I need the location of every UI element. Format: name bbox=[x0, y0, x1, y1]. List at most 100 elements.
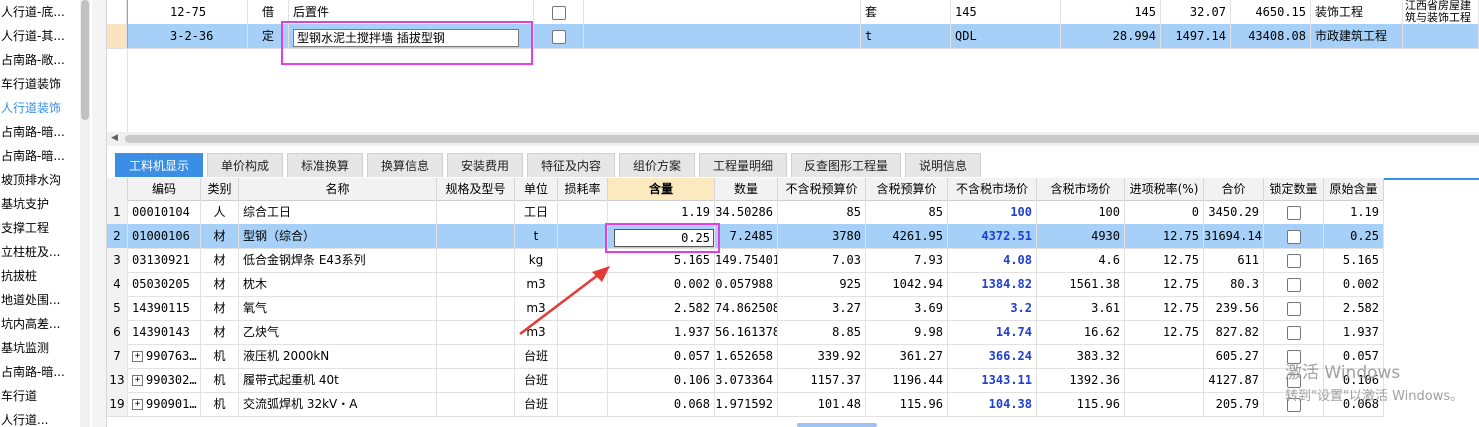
tax-rate[interactable] bbox=[1125, 344, 1204, 368]
tax-rate[interactable]: 12.75 bbox=[1125, 224, 1204, 248]
material-name[interactable]: 综合工日 bbox=[239, 200, 437, 224]
item-qty[interactable]: 145 bbox=[1061, 0, 1161, 24]
lock-quantity[interactable] bbox=[1264, 248, 1324, 272]
tab-conversion-info[interactable]: 换算信息 bbox=[367, 153, 443, 177]
tree-item[interactable]: 车行道装饰 bbox=[0, 72, 78, 96]
market-price-ex-tax[interactable]: 4372.51 bbox=[948, 224, 1037, 248]
header-orig-content[interactable]: 原始含量 bbox=[1324, 178, 1384, 200]
material-content[interactable]: 0.068 bbox=[608, 392, 715, 416]
expand-icon[interactable]: + bbox=[132, 399, 143, 410]
tree-item[interactable]: 支撑工程 bbox=[0, 216, 78, 240]
material-spec[interactable] bbox=[437, 368, 515, 392]
tree-item[interactable]: 人行道-其... bbox=[0, 24, 78, 48]
scroll-left-icon[interactable]: ◀ bbox=[111, 133, 118, 143]
material-spec[interactable] bbox=[437, 200, 515, 224]
market-price-in-tax[interactable]: 16.62 bbox=[1037, 320, 1125, 344]
header-budget-ex-tax[interactable]: 不含税预算价 bbox=[778, 178, 866, 200]
expand-icon[interactable]: + bbox=[132, 351, 143, 362]
tree-item[interactable]: 坑内高差... bbox=[0, 312, 78, 336]
market-price-ex-tax[interactable]: 1384.82 bbox=[948, 272, 1037, 296]
tree-item[interactable]: 地道处围... bbox=[0, 288, 78, 312]
lock-quantity[interactable] bbox=[1264, 200, 1324, 224]
tree-item[interactable]: 坡顶排水沟 bbox=[0, 168, 78, 192]
left-scrollbar[interactable] bbox=[80, 0, 90, 427]
tree-item[interactable]: 占南路-暗... bbox=[0, 120, 78, 144]
tab-description[interactable]: 说明信息 bbox=[905, 153, 981, 177]
tree-item[interactable]: 占南路-暗... bbox=[0, 360, 78, 384]
tree-item[interactable]: 抗拔桩 bbox=[0, 264, 78, 288]
table-row[interactable]: 6 14390143 材乙炔气 m3 1.937 56.161378 8.85 9.98 14.… bbox=[107, 320, 1384, 345]
item-expr[interactable]: QDL bbox=[951, 24, 1061, 48]
lock-quantity[interactable] bbox=[1264, 344, 1324, 368]
tax-rate[interactable]: 0 bbox=[1125, 200, 1204, 224]
lock-quantity[interactable] bbox=[1264, 320, 1324, 344]
market-price-in-tax[interactable]: 115.96 bbox=[1037, 392, 1125, 416]
horizontal-scrollbar[interactable]: ◀ bbox=[107, 132, 1479, 146]
tree-item[interactable]: 立柱桩及... bbox=[0, 240, 78, 264]
material-spec[interactable] bbox=[437, 296, 515, 320]
market-price-ex-tax[interactable]: 366.24 bbox=[948, 344, 1037, 368]
material-name[interactable]: 氧气 bbox=[239, 296, 437, 320]
h-scroll-thumb[interactable] bbox=[125, 135, 1479, 143]
market-price-ex-tax[interactable]: 100 bbox=[948, 200, 1037, 224]
lock-checkbox-cell[interactable] bbox=[534, 24, 584, 48]
tree-item[interactable]: 基坑监测 bbox=[0, 336, 78, 360]
left-scroll-thumb[interactable] bbox=[81, 0, 89, 120]
lock-quantity-checkbox[interactable] bbox=[1286, 397, 1301, 412]
material-spec[interactable] bbox=[437, 248, 515, 272]
lock-quantity-checkbox[interactable] bbox=[1286, 253, 1301, 268]
lock-quantity-checkbox[interactable] bbox=[1286, 373, 1301, 388]
tree-item[interactable]: 基坑支护 bbox=[0, 192, 78, 216]
header-quantity[interactable]: 数量 bbox=[715, 178, 778, 200]
header-total[interactable]: 合价 bbox=[1204, 178, 1264, 200]
material-content[interactable]: 0.057 bbox=[608, 344, 715, 368]
material-name[interactable]: 履带式起重机 40t bbox=[239, 368, 437, 392]
lock-quantity-checkbox[interactable] bbox=[1286, 277, 1301, 292]
market-price-in-tax[interactable]: 4.6 bbox=[1037, 248, 1125, 272]
material-loss[interactable] bbox=[558, 392, 608, 416]
material-name[interactable]: 型钢（综合） bbox=[239, 224, 437, 248]
tax-rate[interactable]: 12.75 bbox=[1125, 248, 1204, 272]
market-price-ex-tax[interactable]: 4.08 bbox=[948, 248, 1037, 272]
lock-quantity-checkbox[interactable] bbox=[1286, 205, 1301, 220]
tab-unit-price[interactable]: 单价构成 bbox=[207, 153, 283, 177]
lock-quantity-checkbox[interactable] bbox=[1286, 301, 1301, 316]
tree-item[interactable]: 人行道... bbox=[0, 408, 78, 427]
material-spec[interactable] bbox=[437, 320, 515, 344]
market-price-ex-tax[interactable]: 14.74 bbox=[948, 320, 1037, 344]
material-name[interactable]: 乙炔气 bbox=[239, 320, 437, 344]
tab-features[interactable]: 特征及内容 bbox=[527, 153, 615, 177]
header-lock-qty[interactable]: 锁定数量 bbox=[1264, 178, 1324, 200]
material-content[interactable]: 0.106 bbox=[608, 368, 715, 392]
market-price-in-tax[interactable]: 383.32 bbox=[1037, 344, 1125, 368]
material-spec[interactable] bbox=[437, 272, 515, 296]
tax-rate[interactable] bbox=[1125, 368, 1204, 392]
tab-reverse-graphic[interactable]: 反查图形工程量 bbox=[791, 153, 901, 177]
material-name[interactable]: 交流弧焊机 32kV・A bbox=[239, 392, 437, 416]
header-category[interactable]: 类别 bbox=[201, 178, 239, 200]
market-price-in-tax[interactable]: 4930 bbox=[1037, 224, 1125, 248]
lock-checkbox[interactable] bbox=[551, 29, 566, 44]
item-expr[interactable]: 145 bbox=[951, 0, 1061, 24]
header-content[interactable]: 含量 bbox=[608, 178, 715, 200]
material-name[interactable]: 枕木 bbox=[239, 272, 437, 296]
table-row[interactable]: 19 +990901… 机交流弧焊机 32kV・A 台班 0.068 1.971592 10… bbox=[107, 392, 1384, 417]
tab-pricing-scheme[interactable]: 组价方案 bbox=[619, 153, 695, 177]
tree-item[interactable]: 人行道-底... bbox=[0, 0, 78, 24]
header-code[interactable]: 编码 bbox=[128, 178, 201, 200]
material-spec[interactable] bbox=[437, 344, 515, 368]
tree-item[interactable]: 人行道装饰 bbox=[0, 96, 78, 120]
header-tax-rate[interactable]: 进项税率(%) bbox=[1125, 178, 1204, 200]
market-price-in-tax[interactable]: 1561.38 bbox=[1037, 272, 1125, 296]
table-row[interactable]: 13 +990302… 机履带式起重机 40t 台班 0.106 3.073364 1157… bbox=[107, 368, 1384, 393]
material-loss[interactable] bbox=[558, 200, 608, 224]
tax-rate[interactable]: 12.75 bbox=[1125, 296, 1204, 320]
market-price-ex-tax[interactable]: 3.2 bbox=[948, 296, 1037, 320]
tree-item[interactable]: 车行道 bbox=[0, 384, 78, 408]
header-budget-in-tax[interactable]: 含税预算价 bbox=[866, 178, 948, 200]
tab-quantity-detail[interactable]: 工程量明细 bbox=[699, 153, 787, 177]
header-market-ex-tax[interactable]: 不含税市场价 bbox=[948, 178, 1037, 200]
lock-quantity[interactable] bbox=[1264, 272, 1324, 296]
expand-icon[interactable]: + bbox=[132, 375, 143, 386]
lock-quantity-checkbox[interactable] bbox=[1286, 349, 1301, 364]
